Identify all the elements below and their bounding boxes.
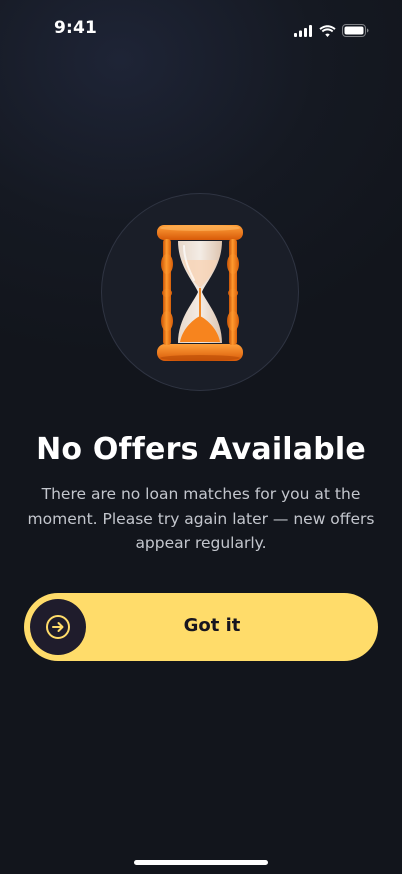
status-time: 9:41 <box>54 18 98 38</box>
empty-state-title: No Offers Available <box>36 432 366 467</box>
status-bar: 9:41 <box>0 0 402 54</box>
status-icons <box>294 22 369 41</box>
illustration-circle <box>101 193 299 391</box>
home-indicator[interactable] <box>134 860 268 865</box>
got-it-label: Got it <box>183 615 241 636</box>
got-it-button[interactable]: Got it <box>24 593 378 661</box>
empty-state-message: There are no loan matches for you at the… <box>27 485 375 552</box>
cellular-signal-icon <box>294 22 313 41</box>
battery-icon <box>342 22 369 41</box>
wifi-icon <box>319 22 336 41</box>
